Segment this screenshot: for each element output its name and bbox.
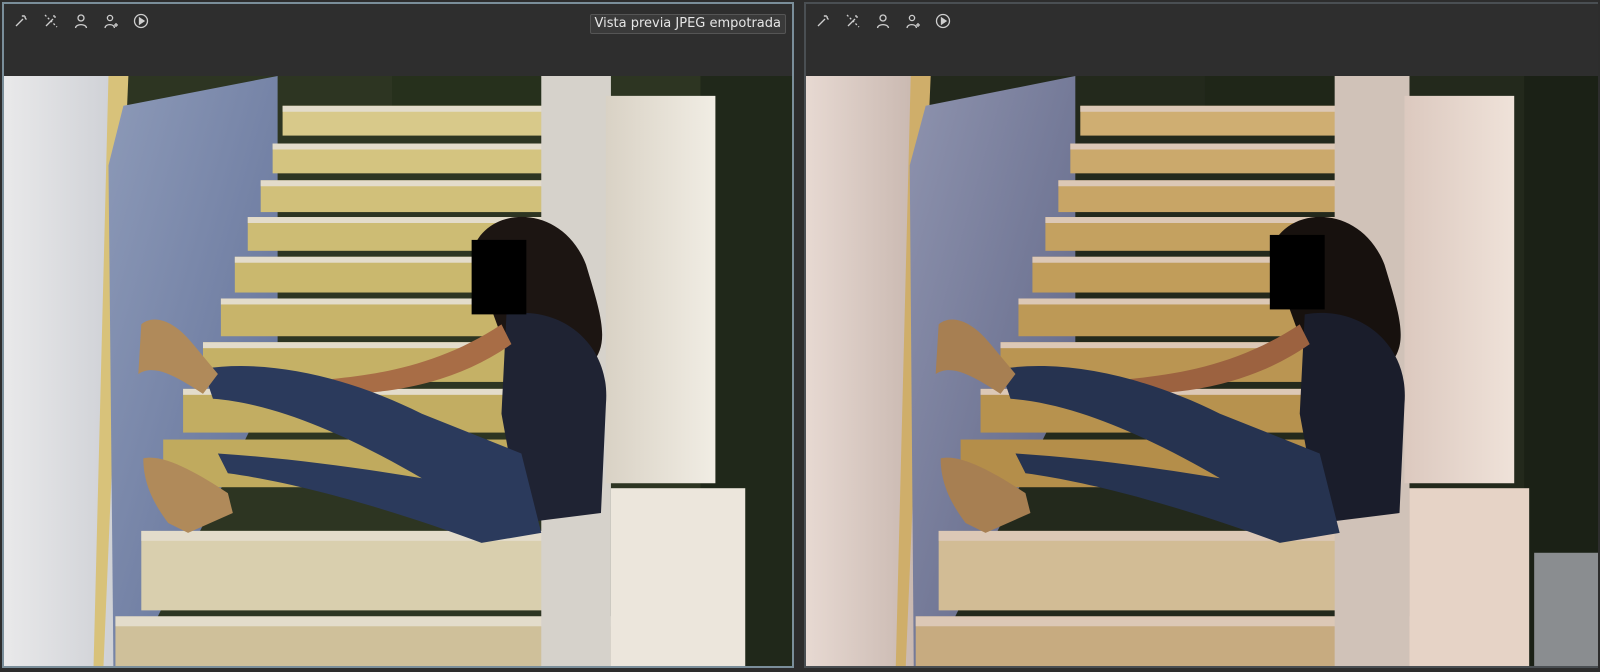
right-photo[interactable] [806,76,1598,666]
person-icon[interactable] [72,12,90,30]
play-icon[interactable] [132,12,150,30]
compare-view: Vista previa JPEG empotrada [0,0,1600,672]
person-add-icon[interactable] [102,12,120,30]
magic-wand-off-icon[interactable] [844,12,862,30]
right-preview-pane[interactable] [804,2,1598,668]
person-add-icon[interactable] [904,12,922,30]
right-toolbar [806,4,1598,76]
left-photo[interactable] [4,76,792,666]
left-toolbar: Vista previa JPEG empotrada [4,4,792,76]
person-icon[interactable] [874,12,892,30]
magic-wand-icon[interactable] [12,12,30,30]
play-icon[interactable] [934,12,952,30]
left-tool-icons [12,12,150,30]
magic-wand-off-icon[interactable] [42,12,60,30]
staircase-photo-right [806,76,1598,666]
left-preview-pane[interactable]: Vista previa JPEG empotrada [2,2,794,668]
magic-wand-icon[interactable] [814,12,832,30]
staircase-photo-left [4,76,792,666]
embedded-jpeg-preview-label: Vista previa JPEG empotrada [589,14,786,34]
right-tool-icons [814,12,952,30]
